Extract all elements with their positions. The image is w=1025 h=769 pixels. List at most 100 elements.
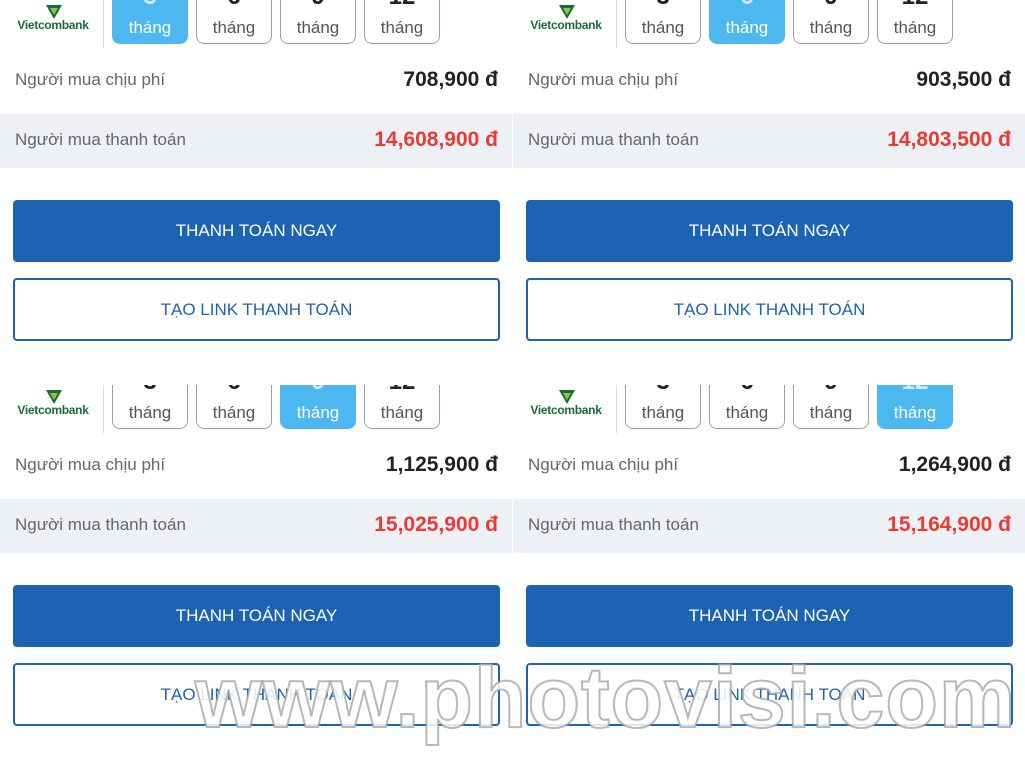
- total-row: Người mua thanh toán 14,803,500 đ: [513, 114, 1025, 168]
- pay-now-button[interactable]: THANH TOÁN NGAY: [526, 200, 1013, 262]
- logo-text: Vietcombank: [530, 403, 602, 417]
- tab-12-months[interactable]: 12 tháng: [364, 385, 440, 429]
- tab-3-months[interactable]: 3 tháng: [112, 0, 188, 44]
- tab-number: 6: [197, 0, 271, 11]
- tab-3-months[interactable]: 3 tháng: [112, 385, 188, 429]
- total-value: 15,025,900 đ: [374, 513, 498, 536]
- fee-row: Người mua chịu phí 708,900 đ: [0, 54, 512, 108]
- tab-unit: tháng: [212, 403, 256, 422]
- tab-9-months[interactable]: 9 tháng: [793, 385, 869, 429]
- tab-number: 9: [794, 0, 868, 11]
- pay-now-button[interactable]: THANH TOÁN NGAY: [526, 585, 1013, 647]
- tab-6-months[interactable]: 6 tháng: [709, 385, 785, 429]
- tab-number: 3: [113, 385, 187, 396]
- pay-now-button[interactable]: THANH TOÁN NGAY: [13, 200, 500, 262]
- fee-value: 708,900 đ: [403, 68, 498, 91]
- tab-6-months[interactable]: 6 tháng: [196, 0, 272, 44]
- fee-row: Người mua chịu phí 1,264,900 đ: [513, 439, 1025, 493]
- tab-unit: tháng: [380, 403, 424, 422]
- tab-number: 12: [365, 0, 439, 11]
- term-selector: Vietcombank 3 tháng 6 tháng 9 tháng 12 t…: [0, 385, 512, 433]
- total-row: Người mua thanh toán 15,164,900 đ: [513, 499, 1025, 553]
- tab-unit: tháng: [893, 403, 937, 422]
- fee-row: Người mua chịu phí 1,125,900 đ: [0, 439, 512, 493]
- total-row: Người mua thanh toán 15,025,900 đ: [0, 499, 512, 553]
- divider: [103, 0, 104, 48]
- tab-number: 9: [281, 0, 355, 11]
- total-value: 14,608,900 đ: [374, 128, 498, 151]
- tab-unit: tháng: [641, 403, 685, 422]
- tab-number: 9: [794, 385, 868, 396]
- tab-unit: tháng: [128, 18, 172, 37]
- tab-number: 6: [710, 385, 784, 396]
- total-label: Người mua thanh toán: [528, 130, 699, 149]
- tab-unit: tháng: [212, 18, 256, 37]
- fee-label: Người mua chịu phí: [15, 455, 166, 474]
- logo-text: Vietcombank: [17, 18, 89, 32]
- create-payment-link-button[interactable]: TẠO LINK THANH TOÁN: [526, 663, 1013, 726]
- installment-panel-6-months: Vietcombank 3 tháng 6 tháng 9 tháng 12 t…: [513, 0, 1025, 384]
- fee-row: Người mua chịu phí 903,500 đ: [513, 54, 1025, 108]
- tab-number: 6: [710, 0, 784, 11]
- fee-label: Người mua chịu phí: [15, 70, 166, 89]
- installment-panel-3-months: Vietcombank 3 tháng 6 tháng 9 tháng 12 t…: [0, 0, 512, 384]
- installment-panel-12-months: Vietcombank 3 tháng 6 tháng 9 tháng 12 t…: [513, 385, 1025, 769]
- create-payment-link-button[interactable]: TẠO LINK THANH TOÁN: [526, 278, 1013, 341]
- tab-unit: tháng: [725, 403, 769, 422]
- tab-9-months[interactable]: 9 tháng: [793, 0, 869, 44]
- tab-3-months[interactable]: 3 tháng: [625, 385, 701, 429]
- term-selector: Vietcombank 3 tháng 6 tháng 9 tháng 12 t…: [513, 0, 1025, 48]
- tab-9-months[interactable]: 9 tháng: [280, 385, 356, 429]
- tab-number: 6: [197, 385, 271, 396]
- divider: [616, 0, 617, 48]
- fee-label: Người mua chịu phí: [528, 70, 679, 89]
- create-payment-link-button[interactable]: TẠO LINK THANH TOÁN: [13, 663, 500, 726]
- tab-6-months[interactable]: 6 tháng: [709, 0, 785, 44]
- tab-number: 3: [626, 385, 700, 396]
- vietcombank-logo: Vietcombank: [8, 2, 98, 40]
- tab-9-months[interactable]: 9 tháng: [280, 0, 356, 44]
- divider: [103, 385, 104, 433]
- logo-text: Vietcombank: [17, 403, 89, 417]
- tab-number: 12: [878, 385, 952, 396]
- fee-label: Người mua chịu phí: [528, 455, 679, 474]
- tab-unit: tháng: [893, 18, 937, 37]
- tab-unit: tháng: [641, 18, 685, 37]
- total-label: Người mua thanh toán: [15, 130, 186, 149]
- tab-3-months[interactable]: 3 tháng: [625, 0, 701, 44]
- fee-value: 1,125,900 đ: [385, 453, 498, 476]
- tab-number: 9: [281, 385, 355, 396]
- tab-12-months[interactable]: 12 tháng: [364, 0, 440, 44]
- tab-number: 12: [365, 385, 439, 396]
- logo-text: Vietcombank: [530, 18, 602, 32]
- create-payment-link-button[interactable]: TẠO LINK THANH TOÁN: [13, 278, 500, 341]
- vietcombank-logo: Vietcombank: [521, 387, 611, 425]
- tab-number: 3: [113, 0, 187, 11]
- vietcombank-logo: Vietcombank: [8, 387, 98, 425]
- total-value: 14,803,500 đ: [887, 128, 1011, 151]
- total-label: Người mua thanh toán: [15, 515, 186, 534]
- tab-unit: tháng: [296, 18, 340, 37]
- term-selector: Vietcombank 3 tháng 6 tháng 9 tháng 12 t…: [0, 0, 512, 48]
- total-value: 15,164,900 đ: [887, 513, 1011, 536]
- tab-12-months[interactable]: 12 tháng: [877, 385, 953, 429]
- tab-12-months[interactable]: 12 tháng: [877, 0, 953, 44]
- fee-value: 903,500 đ: [916, 68, 1011, 91]
- divider: [616, 385, 617, 433]
- installment-panel-9-months: Vietcombank 3 tháng 6 tháng 9 tháng 12 t…: [0, 385, 512, 769]
- tab-unit: tháng: [380, 18, 424, 37]
- tab-number: 12: [878, 0, 952, 11]
- fee-value: 1,264,900 đ: [898, 453, 1011, 476]
- tab-unit: tháng: [296, 403, 340, 422]
- tab-unit: tháng: [725, 18, 769, 37]
- tab-unit: tháng: [809, 18, 853, 37]
- total-row: Người mua thanh toán 14,608,900 đ: [0, 114, 512, 168]
- tab-number: 3: [626, 0, 700, 11]
- vietcombank-logo: Vietcombank: [521, 2, 611, 40]
- total-label: Người mua thanh toán: [528, 515, 699, 534]
- tab-unit: tháng: [809, 403, 853, 422]
- pay-now-button[interactable]: THANH TOÁN NGAY: [13, 585, 500, 647]
- tab-unit: tháng: [128, 403, 172, 422]
- tab-6-months[interactable]: 6 tháng: [196, 385, 272, 429]
- term-selector: Vietcombank 3 tháng 6 tháng 9 tháng 12 t…: [513, 385, 1025, 433]
